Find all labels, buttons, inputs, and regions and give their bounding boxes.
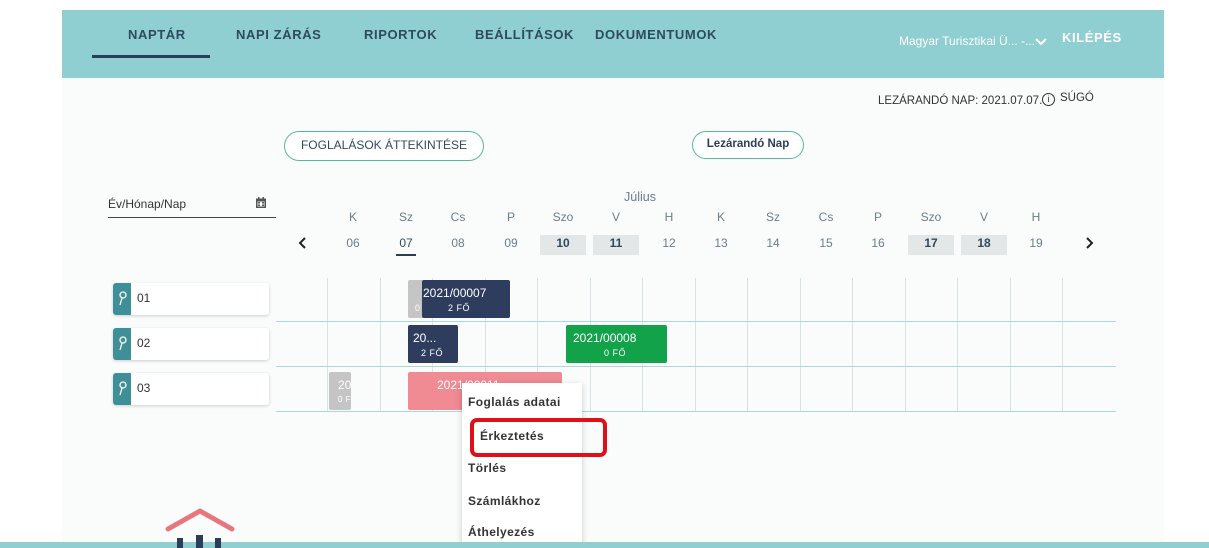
booking-guests: 2 FŐ [421, 348, 444, 358]
booking-guests: 0 [415, 303, 421, 313]
menu-delete[interactable]: Törlés [468, 461, 506, 475]
date-field-placeholder: Év/Hónap/Nap [108, 197, 187, 211]
day-15[interactable]: 15 [811, 235, 841, 255]
chevron-down-icon[interactable] [1034, 35, 1048, 49]
day-of-week: Cs [818, 210, 834, 224]
day-18[interactable]: 18 [961, 235, 1007, 255]
room-01[interactable]: 01 [113, 283, 269, 315]
day-of-week: K [716, 210, 725, 224]
help-link[interactable]: i SÚGÓ [1042, 92, 1094, 106]
menu-move[interactable]: Áthelyezés [468, 525, 535, 539]
nav-calendar[interactable]: NAPTÁR [128, 27, 186, 42]
grid-line [852, 278, 853, 412]
day-of-week: P [506, 210, 515, 224]
day-12[interactable]: 12 [654, 235, 684, 255]
logout-button[interactable]: KILÉPÉS [1062, 30, 1122, 45]
booking-block[interactable]: 20 0 F [329, 372, 351, 410]
booking-id: 2021/00007 [423, 286, 487, 300]
room-02[interactable]: 02 [113, 328, 269, 360]
month-label: Július [624, 190, 656, 204]
booking-block[interactable]: 2021/00008 0 FŐ [566, 325, 667, 363]
booking-block[interactable]: 20... 2 FŐ [408, 325, 458, 363]
booking-id: 20 [338, 378, 351, 392]
booking-block[interactable]: 2021/00007 2 FŐ [422, 280, 510, 318]
day-of-week: H [664, 210, 674, 224]
nav-daily-closing[interactable]: NAPI ZÁRÁS [236, 27, 321, 42]
grid-line [905, 278, 906, 412]
grid-line [957, 278, 958, 412]
menu-to-invoices[interactable]: Számlákhoz [468, 494, 541, 508]
day-16[interactable]: 16 [863, 235, 893, 255]
booking-id: 2021/00008 [573, 331, 637, 345]
closing-day-info: LEZÁRANDÓ NAP: 2021.07.07. [878, 95, 1043, 107]
menu-booking-details[interactable]: Foglalás adatai [468, 395, 561, 409]
day-of-week: P [873, 210, 882, 224]
grid-line [695, 278, 696, 412]
nav-documents[interactable]: DOKUMENTUMOK [595, 27, 717, 42]
day-of-week: V [979, 210, 988, 224]
house-icon [165, 508, 235, 548]
grid-line [1062, 278, 1063, 412]
organization-selector[interactable]: Magyar Turisztikai Ü... -... [899, 34, 1035, 48]
row-divider [276, 321, 1116, 322]
day-08[interactable]: 08 [443, 235, 473, 255]
room-03[interactable]: 03 [113, 373, 269, 405]
highlight-box [470, 418, 607, 457]
day-of-week: Szo [552, 210, 574, 224]
row-divider [276, 411, 1116, 412]
day-of-week: Sz [765, 210, 780, 224]
grid-line [327, 278, 328, 412]
day-17[interactable]: 17 [908, 235, 954, 255]
key-icon [113, 283, 131, 315]
bookings-overview-button[interactable]: FOGLALÁSOK ÁTTEKINTÉSE [284, 131, 484, 161]
day-14[interactable]: 14 [758, 235, 788, 255]
room-number: 02 [137, 336, 151, 350]
day-06[interactable]: 06 [338, 235, 368, 255]
booking-guests: 2 FŐ [448, 303, 471, 313]
day-10[interactable]: 10 [540, 235, 586, 255]
day-of-week: Szo [920, 210, 942, 224]
nav-settings[interactable]: BEÁLLÍTÁSOK [475, 27, 574, 42]
grid-line [380, 278, 381, 412]
booking-guests: 0 FŐ [604, 348, 627, 358]
day-of-week: H [1031, 210, 1041, 224]
day-of-week: Sz [398, 210, 413, 224]
key-icon [113, 328, 131, 360]
date-field[interactable]: Év/Hónap/Nap [108, 196, 276, 218]
day-of-week: V [611, 210, 620, 224]
nav-reports[interactable]: RIPORTOK [364, 27, 437, 42]
chevron-left-icon[interactable] [296, 236, 310, 250]
day-09[interactable]: 09 [496, 235, 526, 255]
grid-line [747, 278, 748, 412]
active-nav-indicator [92, 55, 210, 58]
day-19[interactable]: 19 [1021, 235, 1051, 255]
closing-day-button[interactable]: Lezárandó Nap [692, 131, 804, 159]
day-of-week: Cs [450, 210, 466, 224]
key-icon [113, 373, 131, 405]
row-divider [276, 366, 1116, 367]
booking-guests: 0 F [338, 395, 351, 404]
calendar-icon[interactable] [256, 197, 266, 208]
grid-line [1010, 278, 1011, 412]
current-day-indicator [396, 254, 416, 256]
chevron-right-icon[interactable] [1082, 236, 1096, 250]
day-13[interactable]: 13 [706, 235, 736, 255]
room-number: 03 [137, 381, 151, 395]
room-number: 01 [137, 291, 151, 305]
help-label: SÚGÓ [1060, 92, 1094, 104]
day-of-week: K [348, 210, 357, 224]
day-11[interactable]: 11 [593, 235, 639, 255]
grid-line [800, 278, 801, 412]
booking-id: 20... [413, 331, 437, 345]
day-07-current[interactable]: 07 [391, 235, 421, 255]
info-icon: i [1042, 93, 1055, 106]
